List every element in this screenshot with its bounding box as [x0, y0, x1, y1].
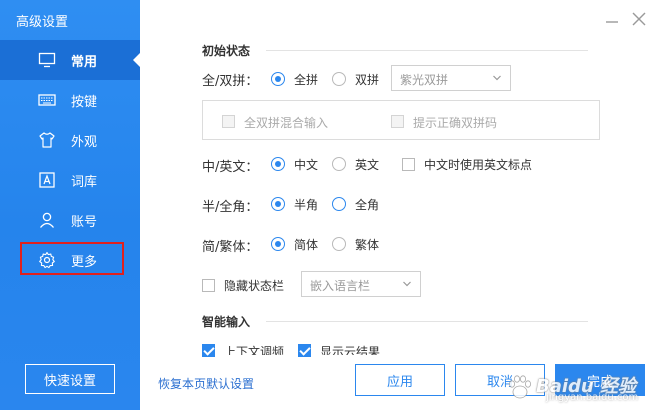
pinyin-mode-label: 全/双拼：: [202, 74, 259, 89]
quick-setup-button[interactable]: 快速设置: [25, 364, 115, 394]
radio-label: 中文: [294, 158, 319, 172]
sidebar-item-more[interactable]: 更多: [0, 240, 140, 280]
double-pinyin-scheme-select[interactable]: 紫光双拼: [391, 65, 511, 91]
width-mode-label: 半/全角：: [202, 200, 259, 215]
english-punctuation-checkbox[interactable]: [402, 158, 415, 171]
radio-double-pinyin[interactable]: [332, 72, 346, 86]
window-title: 高级设置: [16, 15, 69, 30]
sidebar-item-label: 更多: [71, 255, 98, 270]
radio-label: 简体: [294, 238, 319, 252]
section-divider: [266, 321, 588, 322]
radio-label: 双拼: [355, 73, 380, 87]
radio-label: 繁体: [355, 238, 380, 252]
chevron-down-icon: [493, 75, 501, 81]
status-bar-mode-select[interactable]: 嵌入语言栏: [301, 271, 421, 297]
checkbox-label: 上下文调频: [224, 345, 285, 355]
sidebar-item-appearance[interactable]: 外观: [0, 120, 140, 160]
settings-content: 初始状态 全/双拼： 全拼 双拼 紫光双拼 全双拼混合输入 提示正确双拼码 中/…: [140, 0, 660, 410]
monitor-icon: [38, 52, 56, 68]
keyboard-icon: [38, 94, 56, 106]
sidebar-item-label: 按键: [71, 95, 98, 110]
checkbox-label: 中文时使用英文标点: [424, 158, 533, 172]
dictionary-icon: [39, 172, 55, 188]
tshirt-icon: [39, 132, 55, 148]
section-title-initial-state: 初始状态: [202, 44, 251, 58]
sidebar-item-dictionary[interactable]: 词库: [0, 160, 140, 200]
checkbox-label: 全双拼混合输入: [244, 116, 329, 130]
sidebar-item-label: 常用: [71, 55, 98, 70]
context-frequency-checkbox[interactable]: [202, 344, 215, 357]
select-value: 嵌入语言栏: [310, 279, 371, 293]
mixed-input-checkbox[interactable]: [222, 115, 235, 128]
gear-icon: [39, 251, 55, 269]
user-icon: [39, 212, 55, 228]
script-mode-label: 简/繁体：: [202, 240, 259, 255]
section-title-smart-input: 智能输入: [202, 315, 251, 329]
sidebar-item-account[interactable]: 账号: [0, 200, 140, 240]
settings-window: 高级设置 常用 按键 外观 词库 账号 更多 快速设置 初始状态 全/双拼： 全…: [0, 0, 660, 410]
radio-full-pinyin[interactable]: [271, 72, 285, 86]
radio-half-width[interactable]: [271, 197, 285, 211]
sidebar-item-label: 外观: [71, 135, 98, 150]
section-divider: [266, 50, 588, 51]
done-button[interactable]: 完成: [555, 364, 645, 396]
restore-defaults-link[interactable]: 恢复本页默认设置: [158, 375, 254, 392]
apply-button[interactable]: 应用: [355, 364, 445, 396]
radio-label: 半角: [294, 198, 319, 212]
sidebar: 高级设置 常用 按键 外观 词库 账号 更多 快速设置: [0, 0, 140, 410]
language-mode-label: 中/英文：: [202, 160, 259, 175]
checkbox-label: 提示正确双拼码: [413, 116, 498, 130]
hide-status-bar-checkbox[interactable]: [202, 279, 215, 292]
radio-label: 全角: [355, 198, 380, 212]
show-correct-code-checkbox[interactable]: [391, 115, 404, 128]
sidebar-item-label: 账号: [71, 215, 98, 230]
sidebar-item-keys[interactable]: 按键: [0, 80, 140, 120]
sidebar-item-common[interactable]: 常用: [0, 40, 140, 80]
radio-label: 全拼: [294, 73, 319, 87]
select-value: 紫光双拼: [400, 73, 449, 87]
radio-chinese[interactable]: [271, 157, 285, 171]
sidebar-nav: 常用 按键 外观 词库 账号 更多: [0, 40, 140, 280]
checkbox-label: 隐藏状态栏: [224, 279, 285, 293]
radio-full-width[interactable]: [332, 197, 346, 211]
radio-english[interactable]: [332, 157, 346, 171]
radio-simplified[interactable]: [271, 237, 285, 251]
radio-traditional[interactable]: [332, 237, 346, 251]
sidebar-item-label: 词库: [71, 175, 98, 190]
checkbox-label: 显示云结果: [320, 345, 381, 355]
chevron-down-icon: [403, 281, 411, 287]
cloud-result-checkbox[interactable]: [298, 344, 311, 357]
cancel-button[interactable]: 取消: [455, 364, 545, 396]
radio-label: 英文: [355, 158, 380, 172]
